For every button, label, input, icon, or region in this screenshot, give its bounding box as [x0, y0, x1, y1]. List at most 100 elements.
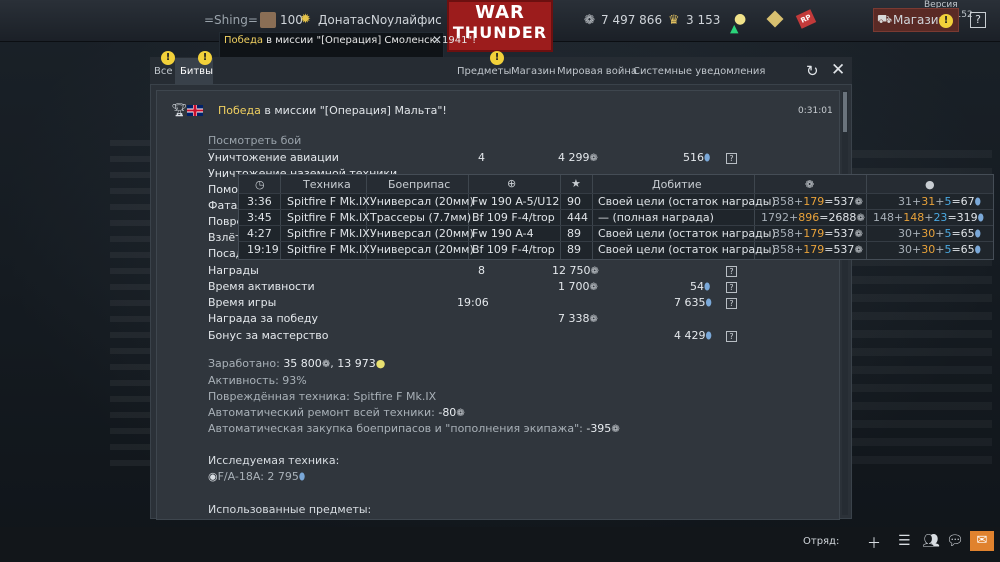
divider	[239, 209, 993, 210]
golden-eagles-icon: ♛	[668, 13, 680, 28]
tooltip-time: 3:36	[247, 195, 272, 208]
tooltip-rp: 30+30+5=65⬮	[898, 243, 981, 256]
row-rp: 54⬮	[690, 280, 711, 293]
contacts-icon[interactable]: 👥︎	[922, 533, 940, 549]
header-finish: Добитие	[652, 178, 702, 191]
tooltip-rp: 31+31+5=67⬮	[898, 195, 981, 208]
uk-flag-icon	[187, 105, 203, 116]
help-icon[interactable]: ?	[726, 298, 737, 309]
view-battle-link[interactable]: Посмотреть бой	[208, 134, 302, 150]
tooltip-ammo: Трассеры (7.7мм)	[370, 211, 472, 224]
clan-tag[interactable]: =Shing=	[204, 13, 258, 27]
mail-icon[interactable]: ✉	[970, 531, 994, 551]
tooltip-score: 89	[567, 243, 581, 256]
tooltip-score: 444	[567, 211, 588, 224]
tooltip-time: 4:27	[247, 227, 272, 240]
help-button[interactable]: ?	[970, 12, 986, 28]
divider	[280, 175, 281, 259]
row-count: 4	[478, 151, 485, 164]
tab-all-warning-icon: !	[161, 51, 175, 65]
row-silver: 1 700❁	[558, 280, 598, 293]
tooltip-target: Bf 109 F-4/trop	[472, 243, 555, 256]
shop-warning-icon: !	[939, 14, 953, 28]
summary-research-label: Исследуемая техника:	[208, 454, 340, 467]
row-count: 8	[478, 264, 485, 277]
research-points-icon: ●	[925, 178, 935, 191]
silver-balance[interactable]: 7 497 866	[601, 13, 662, 27]
divider	[560, 175, 561, 259]
gold-balance[interactable]: 3 153	[686, 13, 720, 27]
tooltip-score: 90	[567, 195, 581, 208]
summary-earned: Заработано: 35 800❁, 13 973●	[208, 357, 386, 370]
crosshair-icon: ⊕	[507, 177, 517, 190]
tooltip-vehicle: Spitfire F Mk.IX	[287, 195, 370, 208]
list-icon[interactable]: ☰	[898, 533, 911, 549]
trophy-icon: 🏆︎	[171, 103, 188, 118]
row-label: Время активности	[208, 280, 315, 293]
silver-lions-icon: ❁	[805, 178, 815, 191]
help-icon[interactable]: ?	[726, 331, 737, 342]
notification-close-icon[interactable]: ✕	[432, 33, 442, 47]
scrollbar-thumb[interactable]	[843, 92, 847, 132]
row-silver: 7 338❁	[558, 312, 598, 325]
row-count: 19:06	[457, 296, 489, 309]
player-nickname[interactable]: ДонатасNоулайфис	[318, 13, 442, 27]
row-rp: 4 429⬮	[674, 329, 712, 342]
message-time: 0:31:01	[798, 106, 833, 116]
chat-icon[interactable]: 💬︎	[946, 533, 964, 549]
tooltip-finish: Своей цели (остаток награды)	[598, 227, 776, 240]
add-squad-icon[interactable]: ＋	[867, 533, 881, 553]
tooltip-target: Fw 190 A-4	[472, 227, 534, 240]
divider	[239, 241, 993, 242]
squad-label: Отряд:	[803, 536, 840, 547]
tooltip-time: 19:19	[247, 243, 279, 256]
row-label: Награда за победу	[208, 312, 319, 325]
divider	[239, 225, 993, 226]
tooltip-rp: 30+30+5=65⬮	[898, 227, 981, 240]
row-silver: 12 750❁	[552, 264, 599, 277]
tooltip-ammo: Универсал (20мм)	[370, 243, 474, 256]
tooltip-target: Bf 109 F-4/trop	[472, 211, 555, 224]
tab-system[interactable]: Системные уведомления	[633, 66, 765, 77]
logo-line-1: WAR	[475, 2, 525, 23]
row-label: Награды	[208, 264, 259, 277]
divider	[592, 175, 593, 259]
divider	[866, 175, 867, 259]
divider	[239, 193, 993, 194]
tab-shop[interactable]: Магазин	[511, 66, 556, 77]
tooltip-vehicle: Spitfire F Mk.IX	[287, 211, 370, 224]
row-label: Время игры	[208, 296, 277, 309]
tab-world-war[interactable]: Мировая война	[557, 66, 637, 77]
help-icon[interactable]: ?	[726, 153, 737, 164]
tooltip-vehicle: Spitfire F Mk.IX	[287, 227, 370, 240]
tab-battles[interactable]: Битвы	[180, 66, 213, 77]
silver-lions-icon: ❁	[584, 13, 595, 28]
clock-icon: ◷	[255, 178, 265, 191]
summary-repair: Автоматический ремонт всей техники: -80❁	[208, 406, 465, 419]
avatar[interactable]	[260, 12, 276, 28]
tooltip-silver: 358+179=537❁	[773, 195, 863, 208]
help-icon[interactable]: ?	[726, 282, 737, 293]
message-headline: Победа в миссии "[Операция] Мальта"!	[218, 104, 447, 117]
tab-items[interactable]: Предметы	[457, 66, 511, 77]
scrollbar[interactable]	[842, 90, 848, 515]
tab-battles-warning-icon: !	[198, 51, 212, 65]
refresh-icon[interactable]: ↻	[806, 62, 819, 80]
tooltip-time: 3:45	[247, 211, 272, 224]
header-vehicle: Техника	[303, 178, 351, 191]
tooltip-header	[239, 175, 993, 193]
tooltip-silver: 1792+896=2688❁	[761, 211, 865, 224]
tab-all[interactable]: Все	[154, 66, 173, 77]
close-icon[interactable]: ✕	[831, 60, 845, 80]
star-icon: ★	[571, 177, 581, 190]
tooltip-finish: Своей цели (остаток награды)	[598, 243, 776, 256]
tooltip-ammo: Универсал (20мм)	[370, 195, 474, 208]
tooltip-ammo: Универсал (20мм)	[370, 227, 474, 240]
row-silver: 4 299❁	[558, 151, 598, 164]
row-label: Уничтожение авиации	[208, 151, 339, 164]
cart-icon: ⛟	[877, 12, 893, 26]
tooltip-finish: Своей цели (остаток награды)	[598, 195, 776, 208]
help-icon[interactable]: ?	[726, 266, 737, 277]
tooltip-vehicle: Spitfire F Mk.IX	[287, 243, 370, 256]
summary-research-item: ◉F/A-18A: 2 795⬮	[208, 470, 306, 483]
